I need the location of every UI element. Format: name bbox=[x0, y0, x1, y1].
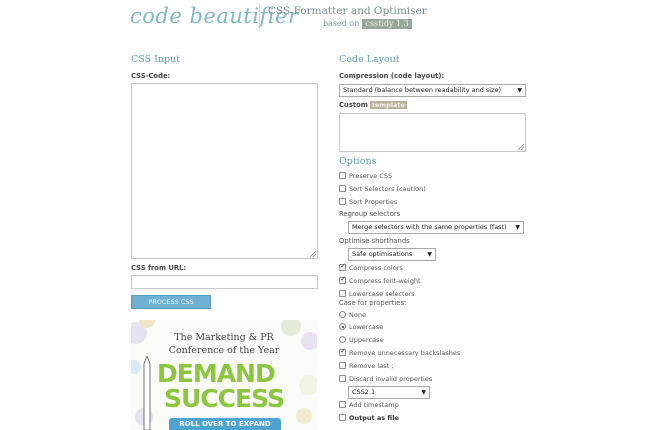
option-case-none[interactable]: None bbox=[339, 310, 366, 319]
decor-dot bbox=[131, 360, 141, 374]
option-case-uppercase[interactable]: Uppercase bbox=[339, 335, 383, 344]
option-output-as-file[interactable]: Output as file bbox=[339, 413, 399, 422]
lowercase-selectors-checkbox[interactable] bbox=[339, 290, 346, 297]
compress-colors-checkbox[interactable] bbox=[339, 262, 346, 271]
based-on-note: based on csstidy 1.3 bbox=[323, 19, 412, 29]
css-level-select[interactable]: CSS2.1 ▼ bbox=[348, 386, 430, 399]
compression-label: Compression (code layout): bbox=[339, 72, 445, 80]
compression-select-value: Standard (balance between readability an… bbox=[343, 86, 502, 94]
option-label: Sort Selectors (caution) bbox=[349, 184, 426, 193]
css-input-title: CSS Input bbox=[131, 54, 181, 65]
add-timestamp-checkbox[interactable] bbox=[339, 401, 346, 408]
optimise-shorthands-label: Optimise shorthands bbox=[339, 237, 410, 245]
header-divider bbox=[259, 4, 260, 30]
regroup-label: Regroup selectors bbox=[339, 210, 401, 218]
option-label: Sort Properties bbox=[349, 197, 398, 206]
option-discard-invalid[interactable]: Discard invalid properties bbox=[339, 374, 432, 383]
case-properties-label: Case for properties: bbox=[339, 299, 407, 307]
option-label: Compress font-weight bbox=[349, 276, 421, 285]
dropdown-arrow-icon: ▼ bbox=[517, 87, 522, 94]
discard-invalid-checkbox[interactable] bbox=[339, 375, 346, 382]
custom-label-text: Custom bbox=[339, 101, 368, 109]
option-label: Discard invalid properties bbox=[349, 374, 433, 383]
option-label: Output as file bbox=[349, 413, 399, 422]
option-remove-last-semicolon[interactable]: Remove last ; bbox=[339, 361, 393, 370]
remove-backslashes-checkbox[interactable] bbox=[339, 347, 346, 356]
option-label: Lowercase bbox=[349, 322, 384, 331]
decor-dot bbox=[299, 375, 317, 395]
sort-properties-checkbox[interactable] bbox=[339, 198, 346, 205]
option-compress-font-weight[interactable]: Compress font-weight bbox=[339, 275, 421, 285]
custom-template-textarea[interactable] bbox=[339, 113, 526, 152]
preserve-css-checkbox[interactable] bbox=[339, 172, 346, 179]
output-as-file-checkbox[interactable] bbox=[339, 414, 346, 421]
dropdown-arrow-icon: ▼ bbox=[515, 224, 520, 231]
option-sort-selectors[interactable]: Sort Selectors (caution) bbox=[339, 184, 426, 193]
option-label: Compress colors bbox=[349, 263, 403, 272]
custom-template-label: Custom template bbox=[339, 101, 407, 109]
option-add-timestamp[interactable]: Add timestamp bbox=[339, 400, 399, 409]
option-case-lowercase[interactable]: Lowercase bbox=[339, 322, 383, 331]
csstidy-link[interactable]: csstidy 1.3 bbox=[362, 19, 412, 29]
option-label: Add timestamp bbox=[349, 400, 399, 409]
option-compress-colors[interactable]: Compress colors bbox=[339, 262, 403, 272]
ad-success-text: SUCCESS bbox=[164, 384, 285, 413]
css-url-input[interactable] bbox=[131, 275, 318, 289]
optimise-select-value: Safe optimisations bbox=[352, 250, 413, 258]
regroup-select[interactable]: Merge selectors with the same properties… bbox=[348, 221, 524, 234]
case-lowercase-radio[interactable] bbox=[339, 323, 346, 330]
process-css-button[interactable]: PROCESS CSS bbox=[131, 295, 211, 309]
regroup-select-value: Merge selectors with the same properties… bbox=[352, 223, 507, 231]
css-level-select-value: CSS2.1 bbox=[352, 388, 376, 396]
remove-last-checkbox[interactable] bbox=[339, 362, 346, 369]
ad-headline-1: The Marketing & PR bbox=[174, 332, 274, 343]
case-uppercase-radio[interactable] bbox=[339, 336, 346, 343]
css-code-textarea[interactable] bbox=[131, 83, 318, 259]
option-label: None bbox=[349, 310, 366, 319]
option-label: Remove unnecessary backslashes bbox=[349, 348, 461, 357]
ad-demand-text: DEMAND bbox=[157, 359, 276, 388]
optimise-shorthands-select[interactable]: Safe optimisations ▼ bbox=[348, 248, 436, 261]
options-title: Options bbox=[339, 156, 377, 167]
option-label: Uppercase bbox=[349, 335, 384, 344]
sort-selectors-checkbox[interactable] bbox=[339, 185, 346, 192]
code-layout-title: Code Layout bbox=[339, 54, 400, 65]
option-label: Preserve CSS bbox=[349, 171, 393, 180]
css-url-label: CSS from URL: bbox=[131, 264, 187, 272]
option-label: Remove last ; bbox=[349, 361, 394, 370]
template-link[interactable]: template bbox=[369, 101, 407, 109]
dropdown-arrow-icon: ▼ bbox=[427, 251, 432, 258]
case-none-radio[interactable] bbox=[339, 311, 346, 318]
advertisement-banner[interactable]: The Marketing & PR Conference of the Yea… bbox=[131, 320, 317, 430]
page-subtitle: CSS Formatter and Optimiser bbox=[268, 5, 427, 17]
css-code-label: CSS-Code: bbox=[131, 72, 171, 80]
option-sort-properties[interactable]: Sort Properties bbox=[339, 197, 397, 206]
based-on-text: based on bbox=[323, 19, 360, 28]
ad-headline-2: Conference of the Year bbox=[168, 345, 280, 356]
option-label: Lowercase selectors bbox=[349, 289, 415, 298]
dropdown-arrow-icon: ▼ bbox=[421, 389, 426, 396]
option-lowercase-selectors[interactable]: Lowercase selectors bbox=[339, 289, 415, 298]
resize-grip-icon[interactable] bbox=[310, 251, 316, 257]
compression-select[interactable]: Standard (balance between readability an… bbox=[339, 84, 526, 97]
resize-grip-icon[interactable] bbox=[518, 144, 524, 150]
option-remove-backslashes[interactable]: Remove unnecessary backslashes bbox=[339, 347, 461, 357]
option-preserve-css[interactable]: Preserve CSS bbox=[339, 171, 392, 180]
monument-icon bbox=[143, 356, 151, 430]
compress-font-weight-checkbox[interactable] bbox=[339, 275, 346, 284]
ad-expand-button[interactable]: ROLL OVER TO EXPAND bbox=[169, 418, 281, 430]
decor-dot bbox=[296, 408, 312, 424]
